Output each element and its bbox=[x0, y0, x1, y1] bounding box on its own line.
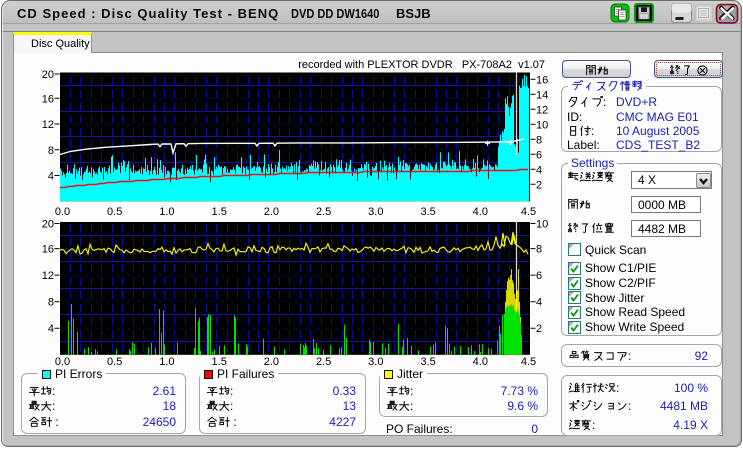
svg-text:2.0: 2.0 bbox=[264, 206, 279, 218]
svg-text:0.5: 0.5 bbox=[107, 206, 122, 218]
svg-text:20: 20 bbox=[42, 69, 54, 81]
svg-text:10: 10 bbox=[536, 119, 548, 131]
svg-text:0.0: 0.0 bbox=[55, 206, 70, 218]
svg-text:16: 16 bbox=[42, 93, 54, 105]
svg-text:8: 8 bbox=[536, 244, 542, 256]
svg-text:6: 6 bbox=[536, 270, 542, 282]
svg-text:16: 16 bbox=[536, 74, 548, 86]
svg-text:2.5: 2.5 bbox=[316, 356, 331, 368]
svg-text:3.5: 3.5 bbox=[420, 206, 435, 218]
svg-text:4: 4 bbox=[48, 323, 54, 335]
svg-text:1.0: 1.0 bbox=[159, 356, 174, 368]
svg-text:recorded with PLEXTOR DVDR P: recorded with PLEXTOR DVDR PX-708A2 v1.0… bbox=[298, 59, 545, 71]
svg-text:4: 4 bbox=[536, 164, 542, 176]
svg-text:2: 2 bbox=[536, 179, 542, 191]
svg-text:4: 4 bbox=[48, 171, 54, 183]
svg-text:4.5: 4.5 bbox=[521, 206, 536, 218]
svg-text:1.5: 1.5 bbox=[212, 206, 227, 218]
svg-text:14: 14 bbox=[536, 89, 548, 101]
svg-text:8: 8 bbox=[536, 134, 542, 146]
svg-text:4.5: 4.5 bbox=[521, 356, 536, 368]
svg-text:12: 12 bbox=[536, 104, 548, 116]
svg-text:4.0: 4.0 bbox=[473, 206, 488, 218]
svg-text:0.5: 0.5 bbox=[107, 356, 122, 368]
svg-text:12: 12 bbox=[42, 119, 54, 131]
svg-text:2.5: 2.5 bbox=[316, 206, 331, 218]
svg-text:8: 8 bbox=[48, 145, 54, 157]
svg-text:6: 6 bbox=[536, 149, 542, 161]
svg-text:3.0: 3.0 bbox=[368, 206, 383, 218]
svg-text:4: 4 bbox=[536, 297, 542, 309]
svg-text:2: 2 bbox=[536, 323, 542, 335]
svg-text:8: 8 bbox=[48, 297, 54, 309]
svg-text:4.0: 4.0 bbox=[473, 356, 488, 368]
svg-text:1.0: 1.0 bbox=[159, 206, 174, 218]
svg-text:12: 12 bbox=[42, 270, 54, 282]
svg-text:10: 10 bbox=[536, 219, 548, 231]
svg-text:20: 20 bbox=[42, 219, 54, 231]
svg-text:16: 16 bbox=[42, 244, 54, 256]
